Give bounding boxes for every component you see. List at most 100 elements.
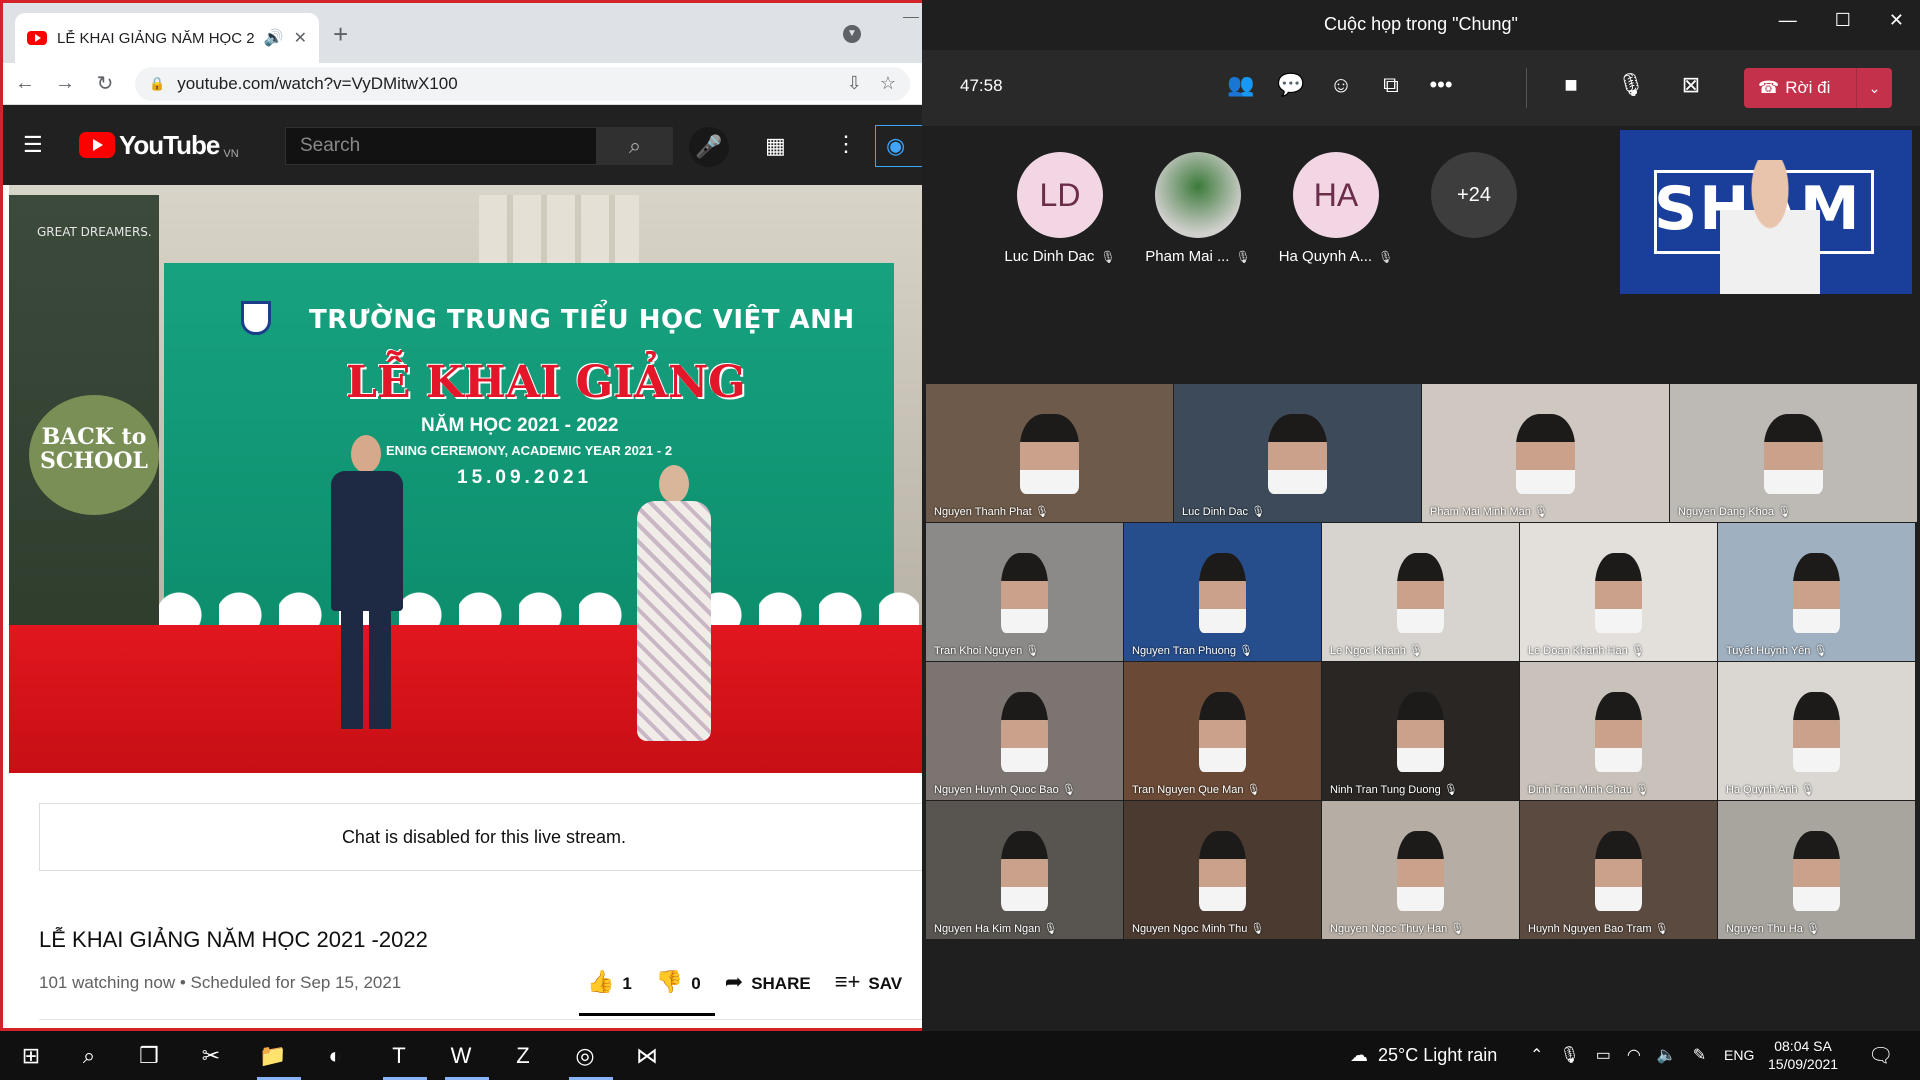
leave-button[interactable]: ☎ Rời đi ⌄ (1744, 68, 1892, 108)
participant-video-tile[interactable]: Nguyen Ha Kim Ngan 🎙 (926, 801, 1123, 939)
participant-video-tile[interactable]: Le Ngoc Khanh 🎙 (1322, 523, 1519, 661)
participant-video-tile[interactable]: Ha Quynh Anh 🎙 (1718, 662, 1915, 800)
notification-center-icon[interactable]: 🗨 (1868, 1043, 1893, 1068)
video-player[interactable]: GREAT DREAMERS. TRƯỜNG TRUNG TIỂU HỌC VI… (9, 185, 922, 773)
more-options-icon[interactable]: ⋮ (835, 131, 857, 157)
back-icon[interactable]: ← (15, 72, 35, 95)
participant-video-tile[interactable]: Nguyen Thu Ha 🎙 (1718, 801, 1915, 939)
male-host (327, 435, 407, 735)
search-input[interactable]: Search (285, 127, 597, 165)
participant-video-tile[interactable]: Huynh Nguyen Bao Tram 🎙 (1520, 801, 1717, 939)
participant-video-tile[interactable]: Nguyen Ngoc Thuy Han 🎙 (1322, 801, 1519, 939)
forward-icon[interactable]: → (55, 72, 75, 95)
participant-video-tile[interactable]: Le Doan Khanh Han 🎙 (1520, 523, 1717, 661)
participant-video-tile[interactable]: Nguyen Huynh Quoc Bao 🎙 (926, 662, 1123, 800)
tab-youtube[interactable]: LỄ KHAI GIẢNG NĂM HỌC 2021 -2022 🔊 ✕ (15, 13, 319, 63)
search-icon[interactable]: ⌕ (74, 1041, 104, 1071)
participant-video-tile[interactable]: Tran Khoi Nguyen 🎙 (926, 523, 1123, 661)
more-actions-icon[interactable]: ••• (1426, 72, 1456, 98)
reload-icon[interactable]: ↻ (95, 71, 115, 96)
chat-icon[interactable]: 💬 (1276, 72, 1306, 98)
new-tab-icon[interactable]: + (333, 19, 348, 50)
teams-icon[interactable]: T (384, 1041, 414, 1071)
search-icon: ⌕ (628, 133, 642, 158)
participant-video-tile[interactable]: Nguyen Tran Phuong 🎙 (1124, 523, 1321, 661)
lock-icon[interactable]: 🔒 (149, 76, 165, 92)
weather-widget[interactable]: ☁ 25°C Light rain (1350, 1045, 1497, 1066)
maximize-icon[interactable]: ☐ (1835, 10, 1851, 31)
volume-icon[interactable]: 🔈 (1657, 1045, 1677, 1065)
close-icon[interactable]: ✕ (1889, 10, 1904, 31)
avatar-luc-dinh-dac[interactable]: LD Luc Dinh Dac 🎙 (990, 152, 1130, 265)
file-explorer-icon[interactable]: 📁 (258, 1041, 288, 1071)
participant-video-tile[interactable]: Nguyen Thanh Phat 🎙 (926, 384, 1173, 522)
microphone-icon[interactable]: 🎙 (1559, 1045, 1579, 1065)
install-icon[interactable]: ⇩ (847, 73, 862, 94)
reactions-icon[interactable]: ☺ (1326, 72, 1356, 98)
wifi-icon[interactable]: ◠ (1627, 1045, 1641, 1065)
avatar-pham-mai[interactable]: Pham Mai ... 🎙 (1128, 152, 1268, 265)
menu-icon[interactable]: ☰ (23, 132, 47, 158)
input-language[interactable]: ENG (1724, 1047, 1754, 1063)
close-tab-icon[interactable]: ✕ (294, 28, 307, 48)
leave-dropdown-chevron-icon[interactable]: ⌄ (1856, 68, 1892, 108)
chrome-icon[interactable]: ◎ (570, 1041, 600, 1071)
mic-off-icon: 🎙 (1235, 250, 1251, 264)
mic-muted-icon[interactable]: 🎙 (1616, 72, 1646, 98)
participant-video-tile[interactable]: Pham Mai Minh Man 🎙 (1422, 384, 1669, 522)
dislike-button[interactable]: 👎 0 (656, 969, 701, 995)
minimize-icon[interactable]: — (1779, 10, 1797, 31)
battery-icon[interactable]: ▭ (1596, 1045, 1611, 1065)
participant-video-tile[interactable]: Luc Dinh Dac 🎙 (1174, 384, 1421, 522)
search-button[interactable]: ⌕ (597, 127, 673, 165)
bookmark-star-icon[interactable]: ☆ (880, 73, 896, 94)
pen-icon[interactable]: ✎ (1693, 1045, 1706, 1065)
windows-start-icon[interactable]: ⊞ (16, 1041, 46, 1071)
show-hidden-icons-chevron-icon[interactable]: ⌃ (1530, 1045, 1543, 1065)
rooms-icon[interactable]: ⧉ (1376, 72, 1406, 98)
participant-name: Huynh Nguyen Bao Tram 🎙 (1528, 923, 1669, 935)
address-bar[interactable]: 🔒 youtube.com/watch?v=VyDMitwX100 ⇩ ☆ (135, 66, 910, 101)
mic-off-icon: 🎙 (1378, 250, 1394, 264)
tab-search-icon[interactable]: ▼ (843, 25, 861, 43)
snipping-tool-icon[interactable]: ✂ (196, 1041, 226, 1071)
like-button[interactable]: 👍 1 (587, 969, 632, 995)
minimize-icon[interactable] (903, 17, 919, 18)
camera-icon[interactable]: ■ (1556, 72, 1586, 98)
share-button[interactable]: ➦ SHARE (725, 969, 811, 995)
participants-icon[interactable]: 👥 (1226, 72, 1256, 98)
task-view-icon[interactable]: ❒ (134, 1041, 164, 1071)
participant-video-tile[interactable]: Nguyen Dang Khoa 🎙 (1670, 384, 1917, 522)
word-icon[interactable]: W (446, 1041, 476, 1071)
participant-name: Tuyết Huỳnh Yến 🎙 (1726, 645, 1828, 657)
youtube-logo[interactable]: YouTube VN (79, 130, 239, 161)
avatar-name: Ha Quynh A... 🎙 (1266, 248, 1406, 265)
visual-studio-icon[interactable]: ⋈ (632, 1041, 662, 1071)
participant-video-tile[interactable]: Tuyết Huỳnh Yến 🎙 (1718, 523, 1915, 661)
voice-search-button[interactable]: 🎤 (689, 127, 729, 167)
overflow-participants[interactable]: +24 (1404, 152, 1544, 238)
presenter-video[interactable]: SHAM (1620, 130, 1912, 294)
participant-video-tile[interactable]: Tran Nguyen Que Man 🎙 (1124, 662, 1321, 800)
url-text[interactable]: youtube.com/watch?v=VyDMitwX100 (177, 74, 457, 94)
avatar-ha-quynh[interactable]: HA Ha Quynh A... 🎙 (1266, 152, 1406, 265)
participant-video-tile[interactable]: Nguyen Ngoc Minh Thu 🎙 (1124, 801, 1321, 939)
participant-name: Ninh Tran Tung Duong 🎙 (1330, 784, 1458, 796)
speaker-icon[interactable]: 🔊 (264, 28, 284, 48)
thumbs-down-icon: 👎 (655, 969, 684, 994)
participant-name: Nguyen Ngoc Minh Thu 🎙 (1132, 923, 1265, 935)
participant-name: Nguyen Thu Ha 🎙 (1726, 923, 1820, 935)
like-ratio-bar (579, 1013, 715, 1016)
save-button[interactable]: ≡+ SAV (835, 969, 902, 995)
sign-in-button[interactable]: ◉ (875, 125, 922, 167)
apps-grid-icon[interactable]: ▦ (765, 133, 786, 159)
share-screen-icon[interactable]: ⊠ (1676, 72, 1706, 98)
clock-date: 15/09/2021 (1768, 1056, 1839, 1072)
clock-time: 08:04 SA (1774, 1038, 1832, 1054)
video-grid: Nguyen Thanh Phat 🎙 Luc Dinh Dac 🎙 Pham Ma… (926, 384, 1917, 940)
greenshot-icon[interactable]: ◐ (320, 1041, 350, 1071)
participant-video-tile[interactable]: Ninh Tran Tung Duong 🎙 (1322, 662, 1519, 800)
zalo-icon[interactable]: Z (508, 1041, 538, 1071)
clock[interactable]: 08:04 SA 15/09/2021 (1768, 1037, 1838, 1073)
participant-video-tile[interactable]: Dinh Tran Minh Chau 🎙 (1520, 662, 1717, 800)
